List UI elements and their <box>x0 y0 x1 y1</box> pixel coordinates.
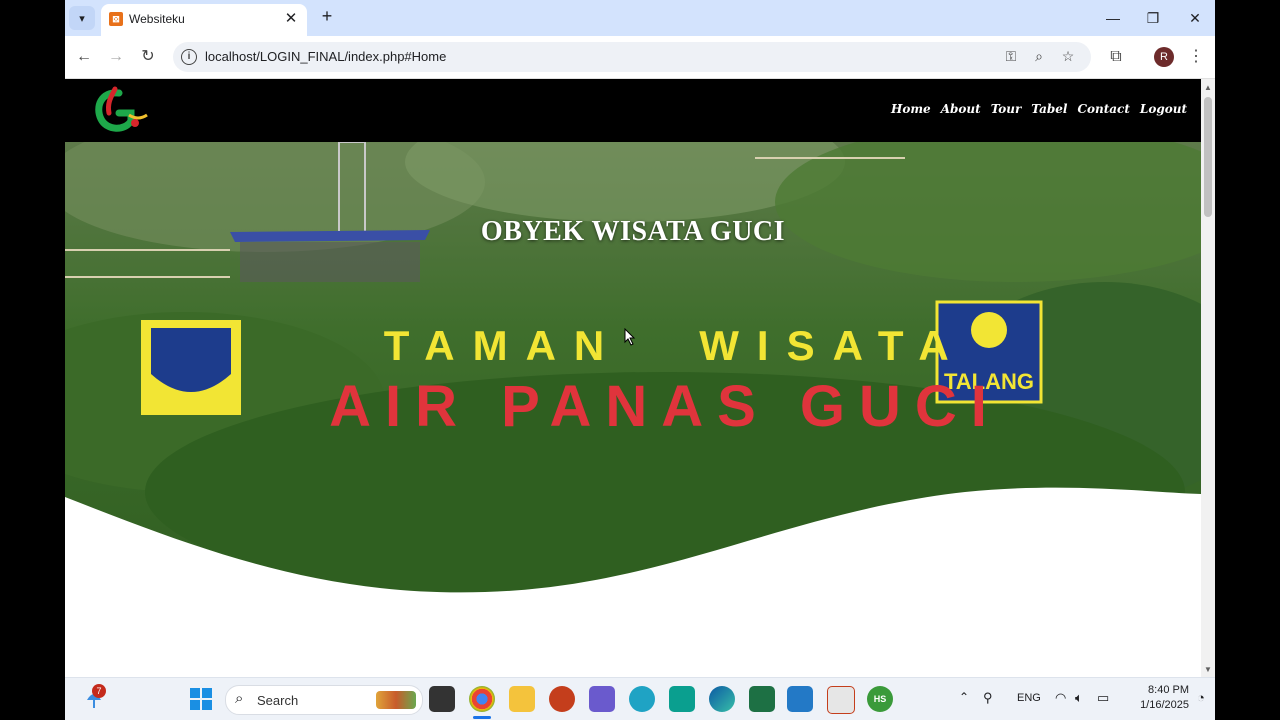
menu-kebab-icon[interactable]: ⋮ <box>1185 46 1207 68</box>
svg-text:WISATA: WISATA <box>699 322 966 369</box>
vscode-icon[interactable] <box>787 686 813 712</box>
hs-app-icon[interactable]: HS <box>867 686 893 712</box>
tray-overflow-chevron-icon[interactable]: ⌃ <box>959 690 969 704</box>
battery-icon[interactable]: ▭ <box>1097 690 1109 706</box>
tab-strip: ▾ ⊠ Websiteku ✕ + — ❐ ✕ <box>65 0 1215 36</box>
task-view-icon[interactable] <box>429 686 455 712</box>
nav-logout[interactable]: Logout <box>1140 102 1187 116</box>
taskbar-search[interactable]: ⌕ Search <box>225 685 423 715</box>
edge-icon[interactable] <box>709 686 735 712</box>
scroll-up-arrow-icon[interactable]: ▲ <box>1201 81 1215 95</box>
arduino-icon[interactable] <box>669 686 695 712</box>
bookmark-star-icon[interactable]: ☆ <box>1058 48 1078 65</box>
clock-date[interactable]: 1/16/2025 <box>1127 699 1189 711</box>
svg-text:TAMAN: TAMAN <box>384 322 623 369</box>
nav-about[interactable]: About <box>941 102 981 116</box>
active-tab[interactable]: ⊠ Websiteku ✕ <box>101 4 307 36</box>
close-window-button[interactable]: ✕ <box>1175 6 1215 30</box>
volume-icon[interactable]: 🔈︎ <box>1075 690 1083 706</box>
reload-button[interactable]: ↻ <box>137 46 159 68</box>
xampp-favicon-icon: ⊠ <box>109 12 123 26</box>
tab-title: Websiteku <box>129 12 185 26</box>
site-navbar: Home About Tour Tabel Contact Logout <box>65 79 1201 142</box>
tab-search-button[interactable]: ▾ <box>69 6 95 30</box>
windows-start-icon[interactable] <box>188 686 214 712</box>
password-key-icon[interactable]: ⚿ <box>1001 48 1021 65</box>
new-tab-button[interactable]: + <box>317 6 337 27</box>
site-menu: Home About Tour Tabel Contact Logout <box>891 102 1187 116</box>
browser-window: ▾ ⊠ Websiteku ✕ + — ❐ ✕ ← → ↻ i localhos… <box>65 0 1215 720</box>
powerpoint-icon[interactable] <box>549 686 575 712</box>
extensions-icon[interactable]: ⧉ <box>1105 46 1127 68</box>
forward-button[interactable]: → <box>105 46 127 68</box>
windows-taskbar: 7 ⌕ Search HS ⌃ ⚲ ENG ◠ 🔈︎ ▭ 8:40 PM 1/1… <box>65 677 1215 720</box>
notification-badge: 7 <box>92 684 106 698</box>
nav-home[interactable]: Home <box>891 102 931 116</box>
search-placeholder: Search <box>257 693 299 708</box>
profile-avatar[interactable]: R <box>1154 47 1174 67</box>
mouse-cursor-icon <box>624 328 636 346</box>
site-info-icon[interactable]: i <box>181 49 197 65</box>
address-bar[interactable]: i localhost/LOGIN_FINAL/index.php#Home ⚿… <box>173 42 1091 72</box>
page-scrollbar[interactable]: ▲ ▼ <box>1201 79 1215 677</box>
browser-toolbar: ← → ↻ i localhost/LOGIN_FINAL/index.php#… <box>65 36 1215 79</box>
nav-tour[interactable]: Tour <box>991 102 1022 116</box>
hero-title: OBYEK WISATA GUCI <box>480 216 786 247</box>
app-cube-icon[interactable] <box>589 686 615 712</box>
search-highlight-icon <box>376 691 416 709</box>
network-status-icon[interactable]: ⚲ <box>983 690 993 706</box>
hero-section: TALANG TAMAN WISATA AIR PANAS GUCI OBYEK… <box>65 142 1201 677</box>
app-drop-icon[interactable] <box>629 686 655 712</box>
wifi-icon[interactable]: ◠ <box>1055 690 1066 706</box>
folder-icon[interactable] <box>509 686 535 712</box>
notification-bell-icon[interactable]: ◔ <box>1197 690 1205 705</box>
tab-close-icon[interactable]: ✕ <box>281 9 301 27</box>
search-icon: ⌕ <box>235 690 244 707</box>
back-button[interactable]: ← <box>73 46 95 68</box>
snipping-tool-icon[interactable] <box>827 686 855 714</box>
nav-contact[interactable]: Contact <box>1077 102 1129 116</box>
zoom-icon[interactable]: ⌕ <box>1029 48 1049 65</box>
language-indicator[interactable]: ENG <box>1017 692 1041 704</box>
excel-icon[interactable] <box>749 686 775 712</box>
url-text[interactable]: localhost/LOGIN_FINAL/index.php#Home <box>205 49 446 64</box>
scroll-down-arrow-icon[interactable]: ▼ <box>1201 663 1215 677</box>
scroll-thumb[interactable] <box>1204 97 1212 217</box>
chrome-active-indicator <box>473 716 491 719</box>
chrome-icon[interactable] <box>469 686 495 712</box>
clock-time[interactable]: 8:40 PM <box>1127 684 1189 696</box>
guci-logo <box>95 86 148 132</box>
web-page: Home About Tour Tabel Contact Logout TAL… <box>65 79 1201 677</box>
restore-button[interactable]: ❐ <box>1133 6 1173 30</box>
svg-text:AIR PANAS GUCI: AIR PANAS GUCI <box>329 374 1001 439</box>
minimize-button[interactable]: — <box>1093 6 1133 30</box>
nav-tabel[interactable]: Tabel <box>1031 102 1067 116</box>
